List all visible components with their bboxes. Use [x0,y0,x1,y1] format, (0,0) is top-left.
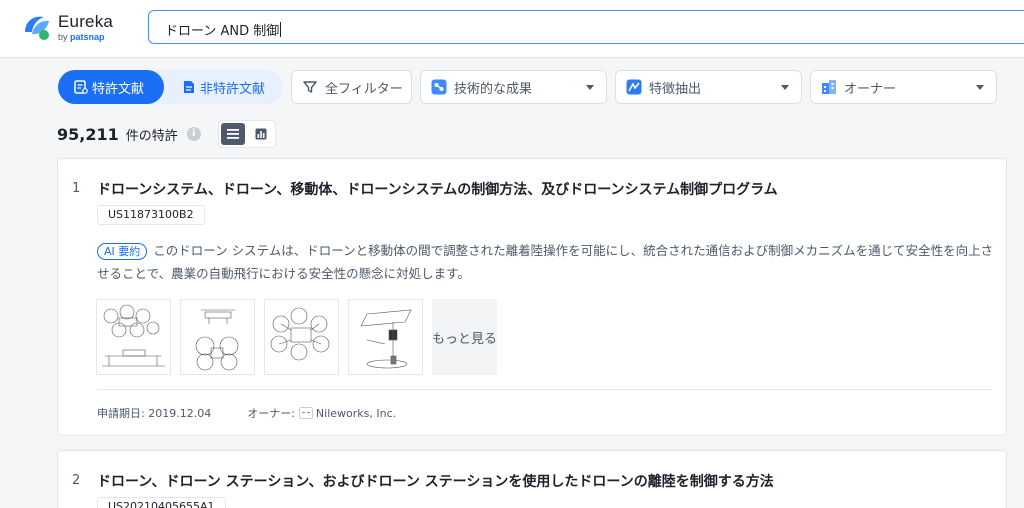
drawing-thumbnail[interactable] [348,299,423,375]
owner-filter-label: オーナー [844,81,897,97]
filter-icon [303,81,317,93]
search-query: ドローン AND 制御 [165,24,280,39]
top-header: Eureka by patsnap ドローン AND 制御 [0,0,1024,58]
logo-sub-brand: patsnap [70,31,105,42]
result-title-link[interactable]: ドローン、ドローン ステーション、およびドローン ステーションを使用したドローン… [97,471,774,491]
patent-number-badge[interactable]: US11873100B2 [97,205,205,225]
owner-name-link[interactable]: Nileworks, Inc. [316,407,396,420]
list-view-button[interactable] [220,123,245,145]
result-meta: 申請期日: 2019.12.04 オーナー: Nileworks, Inc. [97,405,396,421]
logo-title: Eureka [58,11,114,31]
ai-summary-tag: AI 要約 [97,243,148,260]
more-drawings-button[interactable]: もっと見る [432,299,497,375]
owner-label: オーナー: [247,407,295,420]
filter-bar: 特許文献 非特許文献 全フィルター 技術的な成果 特徴抽出 オーナー [58,70,1008,104]
chevron-down-icon [976,85,984,90]
ai-summary: AI 要約 このドローン システムは、ドローンと移動体の間で調整された離着陸操作を… [97,239,997,285]
eureka-logo-icon [22,12,52,42]
feature-extract-dropdown[interactable]: 特徴抽出 [615,70,802,104]
chevron-down-icon [586,85,594,90]
patent-doc-icon [74,80,88,94]
ai-summary-text: このドローン システムは、ドローンと移動体の間で調整された離着陸操作を可能にし、… [97,243,994,281]
filing-date-label: 申請期日: [97,407,145,420]
view-toggle [217,120,276,148]
doc-type-switch: 特許文献 非特許文献 [58,70,283,104]
feature-extract-icon [626,79,642,95]
tab-patent-label: 特許文献 [92,81,145,97]
drone-drawing-image [360,309,412,369]
tech-results-icon [431,79,447,95]
result-count-unit: 件の特許 [125,128,178,144]
tech-results-dropdown[interactable]: 技術的な成果 [420,70,607,104]
owner-dropdown[interactable]: オーナー [810,70,997,104]
building-icon [822,80,836,94]
logo-sub-prefix: by [58,31,68,42]
result-rank: 1 [72,181,81,196]
card-divider [97,389,992,390]
drawing-thumbnail[interactable] [180,299,255,375]
tab-nonpatent-label: 非特許文献 [200,81,266,97]
info-icon[interactable]: i [186,127,201,141]
eureka-logo[interactable]: Eureka by patsnap [22,12,113,42]
drone-drawing-image [195,309,239,371]
all-filters-button[interactable]: 全フィルター [291,70,412,104]
search-input[interactable]: ドローン AND 制御 [148,10,1024,44]
result-count: 95,211 [57,124,119,144]
drone-drawing-image [270,307,330,361]
company-logo-icon [298,407,313,419]
patent-number-badge[interactable]: US20210405655A1 [97,497,226,508]
drawing-thumbnail[interactable] [264,299,339,375]
chevron-down-icon [781,85,789,90]
logo-subtitle: by patsnap [58,31,113,42]
chart-view-button[interactable] [249,123,273,145]
tab-patent-docs[interactable]: 特許文献 [58,70,164,104]
filing-date: 2019.12.04 [148,406,212,420]
list-icon [226,129,239,139]
drone-drawing-image [102,304,165,367]
result-card: 1 ドローンシステム、ドローン、移動体、ドローンシステムの制御方法、及びドローン… [57,158,1007,436]
result-card: 2 ドローン、ドローン ステーション、およびドローン ステーションを使用したドロ… [57,450,1007,508]
tab-nonpatent-docs[interactable]: 非特許文献 [166,70,279,104]
drawing-thumbnails: もっと見る [96,299,497,375]
bar-chart-icon [255,128,267,140]
tech-results-label: 技術的な成果 [454,81,533,97]
nonpatent-doc-icon [184,81,194,93]
drawing-thumbnail[interactable] [96,299,171,375]
feature-extract-label: 特徴抽出 [649,81,702,97]
result-count-bar: 95,211 件の特許 i [57,120,357,148]
result-title-link[interactable]: ドローンシステム、ドローン、移動体、ドローンシステムの制御方法、及びドローンシス… [97,179,778,199]
all-filters-label: 全フィルター [325,81,403,97]
text-caret [280,22,282,37]
result-rank: 2 [72,473,81,488]
